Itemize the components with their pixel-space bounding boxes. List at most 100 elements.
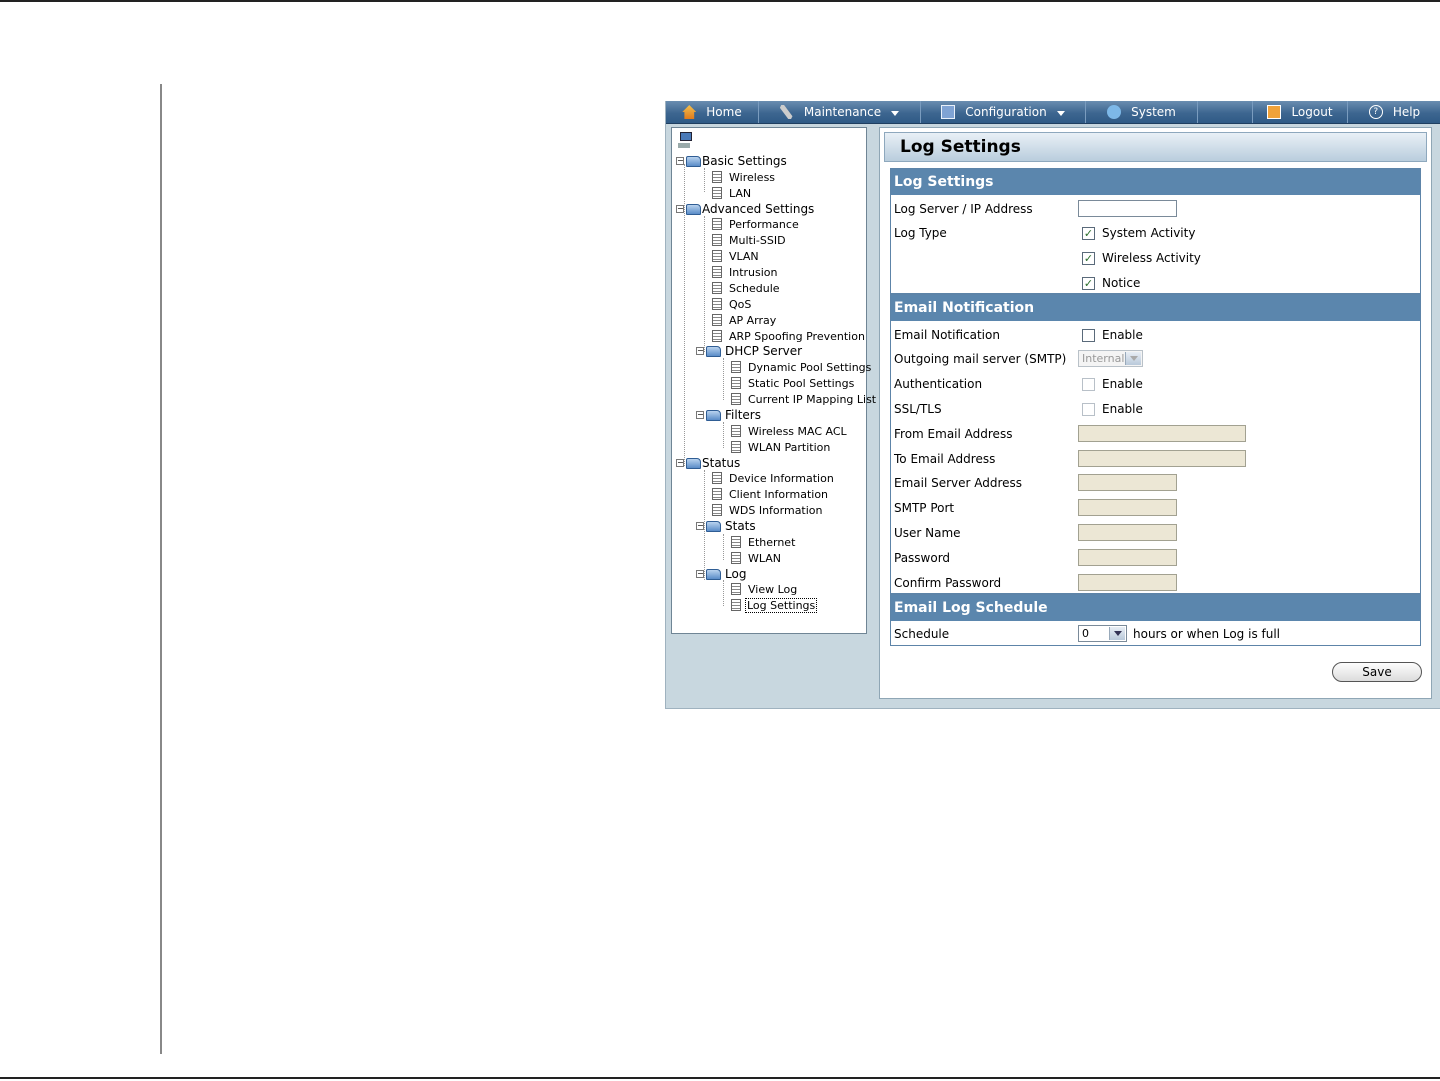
to-email-input[interactable] bbox=[1078, 450, 1246, 467]
document-icon bbox=[731, 599, 741, 611]
tree-static-pool[interactable]: Static Pool Settings bbox=[731, 375, 854, 391]
tree-advanced-settings[interactable]: − Advanced Settings bbox=[676, 201, 814, 217]
nav-configuration[interactable]: Configuration bbox=[921, 101, 1086, 123]
tree-dynamic-pool[interactable]: Dynamic Pool Settings bbox=[731, 359, 871, 375]
tree-stats[interactable]: − Stats bbox=[696, 518, 756, 534]
tree-filters[interactable]: − Filters bbox=[696, 407, 761, 423]
chevron-down-icon bbox=[1056, 110, 1065, 116]
help-icon: ? bbox=[1368, 105, 1383, 119]
log-server-input[interactable] bbox=[1078, 200, 1177, 217]
tree-lan[interactable]: LAN bbox=[712, 185, 751, 201]
collapse-icon[interactable]: − bbox=[696, 570, 704, 578]
password-input[interactable] bbox=[1078, 549, 1177, 566]
nav-system[interactable]: System bbox=[1086, 101, 1198, 123]
email-notification-checkbox[interactable] bbox=[1082, 328, 1095, 342]
nav-logout[interactable]: Logout bbox=[1253, 101, 1348, 123]
enable-label: Enable bbox=[1102, 402, 1143, 416]
tree-status[interactable]: − Status bbox=[676, 455, 740, 471]
tree-wds-info[interactable]: WDS Information bbox=[712, 502, 823, 518]
tree-arp-spoofing[interactable]: ARP Spoofing Prevention bbox=[712, 328, 865, 344]
user-name-input[interactable] bbox=[1078, 524, 1177, 541]
folder-open-icon bbox=[706, 520, 721, 532]
tree-multi-ssid[interactable]: Multi-SSID bbox=[712, 232, 786, 248]
ssl-tls-checkbox[interactable] bbox=[1082, 402, 1095, 416]
floppy-disk-icon bbox=[941, 105, 956, 119]
authentication-checkbox[interactable] bbox=[1082, 377, 1095, 391]
collapse-icon[interactable]: − bbox=[696, 347, 704, 355]
schedule-select[interactable]: 0 bbox=[1078, 625, 1127, 642]
email-server-label: Email Server Address bbox=[894, 476, 1023, 490]
key-icon bbox=[1267, 105, 1282, 119]
tree-wlan-partition[interactable]: WLAN Partition bbox=[731, 439, 830, 455]
tree-wlan[interactable]: WLAN bbox=[731, 550, 781, 566]
section-header: Log Settings bbox=[891, 169, 1420, 195]
chevron-down-icon bbox=[891, 110, 900, 116]
smtp-port-input[interactable] bbox=[1078, 499, 1177, 516]
folder-open-icon bbox=[686, 203, 701, 215]
nav-help[interactable]: ? Help bbox=[1348, 101, 1440, 123]
section-header: Email Notification bbox=[891, 295, 1420, 321]
smtp-select[interactable]: Internal bbox=[1078, 350, 1143, 367]
tree-client-info[interactable]: Client Information bbox=[712, 486, 828, 502]
content-panel: Log Settings Log Settings Log Server / I… bbox=[879, 127, 1432, 699]
document-icon bbox=[731, 377, 741, 389]
system-activity-label: System Activity bbox=[1102, 226, 1196, 240]
nav-maintenance-label: Maintenance bbox=[803, 105, 882, 119]
system-activity-checkbox[interactable]: ✓ bbox=[1082, 226, 1095, 240]
folder-open-icon bbox=[686, 155, 701, 167]
document-icon bbox=[712, 234, 722, 246]
nav-maintenance[interactable]: Maintenance bbox=[759, 101, 921, 123]
document-icon bbox=[712, 187, 722, 199]
tree-dhcp-server[interactable]: − DHCP Server bbox=[696, 343, 802, 359]
collapse-icon[interactable]: − bbox=[696, 522, 704, 530]
tools-icon bbox=[779, 105, 793, 119]
folder-open-icon bbox=[706, 345, 721, 357]
tree-wireless[interactable]: Wireless bbox=[712, 169, 775, 185]
email-notification-section: Email Notification Email Notification En… bbox=[890, 294, 1421, 594]
collapse-icon[interactable]: − bbox=[696, 411, 704, 419]
smtp-port-label: SMTP Port bbox=[894, 501, 955, 515]
nav-home[interactable]: Home bbox=[666, 101, 759, 123]
save-button[interactable]: Save bbox=[1332, 662, 1422, 682]
wireless-activity-checkbox[interactable]: ✓ bbox=[1082, 251, 1095, 265]
tree-ap-array[interactable]: AP Array bbox=[712, 312, 776, 328]
tree-log-settings[interactable]: Log Settings bbox=[731, 597, 818, 613]
log-settings-section: Log Settings Log Server / IP Address Log… bbox=[890, 168, 1421, 294]
collapse-icon[interactable]: − bbox=[676, 205, 684, 213]
confirm-password-input[interactable] bbox=[1078, 574, 1177, 591]
user-name-label: User Name bbox=[894, 526, 961, 540]
tree-basic-settings[interactable]: − Basic Settings bbox=[676, 153, 787, 169]
from-email-input[interactable] bbox=[1078, 425, 1246, 442]
page-top-rule bbox=[0, 0, 1440, 2]
smtp-label: Outgoing mail server (SMTP) bbox=[894, 352, 1067, 366]
document-icon bbox=[712, 266, 722, 278]
document-icon bbox=[731, 441, 741, 453]
tree-wireless-mac-acl[interactable]: Wireless MAC ACL bbox=[731, 423, 847, 439]
authentication-label: Authentication bbox=[894, 377, 983, 391]
document-icon bbox=[731, 583, 741, 595]
notice-checkbox[interactable]: ✓ bbox=[1082, 276, 1095, 290]
email-server-input[interactable] bbox=[1078, 474, 1177, 491]
tree-schedule[interactable]: Schedule bbox=[712, 280, 780, 296]
tree-log[interactable]: − Log bbox=[696, 566, 746, 582]
tree-view-log[interactable]: View Log bbox=[731, 581, 797, 597]
collapse-icon[interactable]: − bbox=[676, 459, 684, 467]
tree-qos[interactable]: QoS bbox=[712, 296, 751, 312]
email-notification-label: Email Notification bbox=[894, 328, 1000, 342]
document-icon bbox=[712, 298, 722, 310]
tree-ethernet[interactable]: Ethernet bbox=[731, 534, 795, 550]
tree-performance[interactable]: Performance bbox=[712, 216, 799, 232]
collapse-icon[interactable]: − bbox=[676, 157, 684, 165]
nav-logout-label: Logout bbox=[1291, 105, 1333, 119]
enable-label: Enable bbox=[1102, 328, 1143, 342]
document-icon bbox=[712, 218, 722, 230]
tree-intrusion[interactable]: Intrusion bbox=[712, 264, 778, 280]
document-icon bbox=[712, 488, 722, 500]
tree-vlan[interactable]: VLAN bbox=[712, 248, 759, 264]
notice-label: Notice bbox=[1102, 276, 1141, 290]
to-email-label: To Email Address bbox=[894, 452, 996, 466]
folder-open-icon bbox=[706, 568, 721, 580]
schedule-label: Schedule bbox=[894, 627, 950, 641]
tree-device-info[interactable]: Device Information bbox=[712, 470, 834, 486]
tree-current-ip-mapping[interactable]: Current IP Mapping List bbox=[731, 391, 876, 407]
